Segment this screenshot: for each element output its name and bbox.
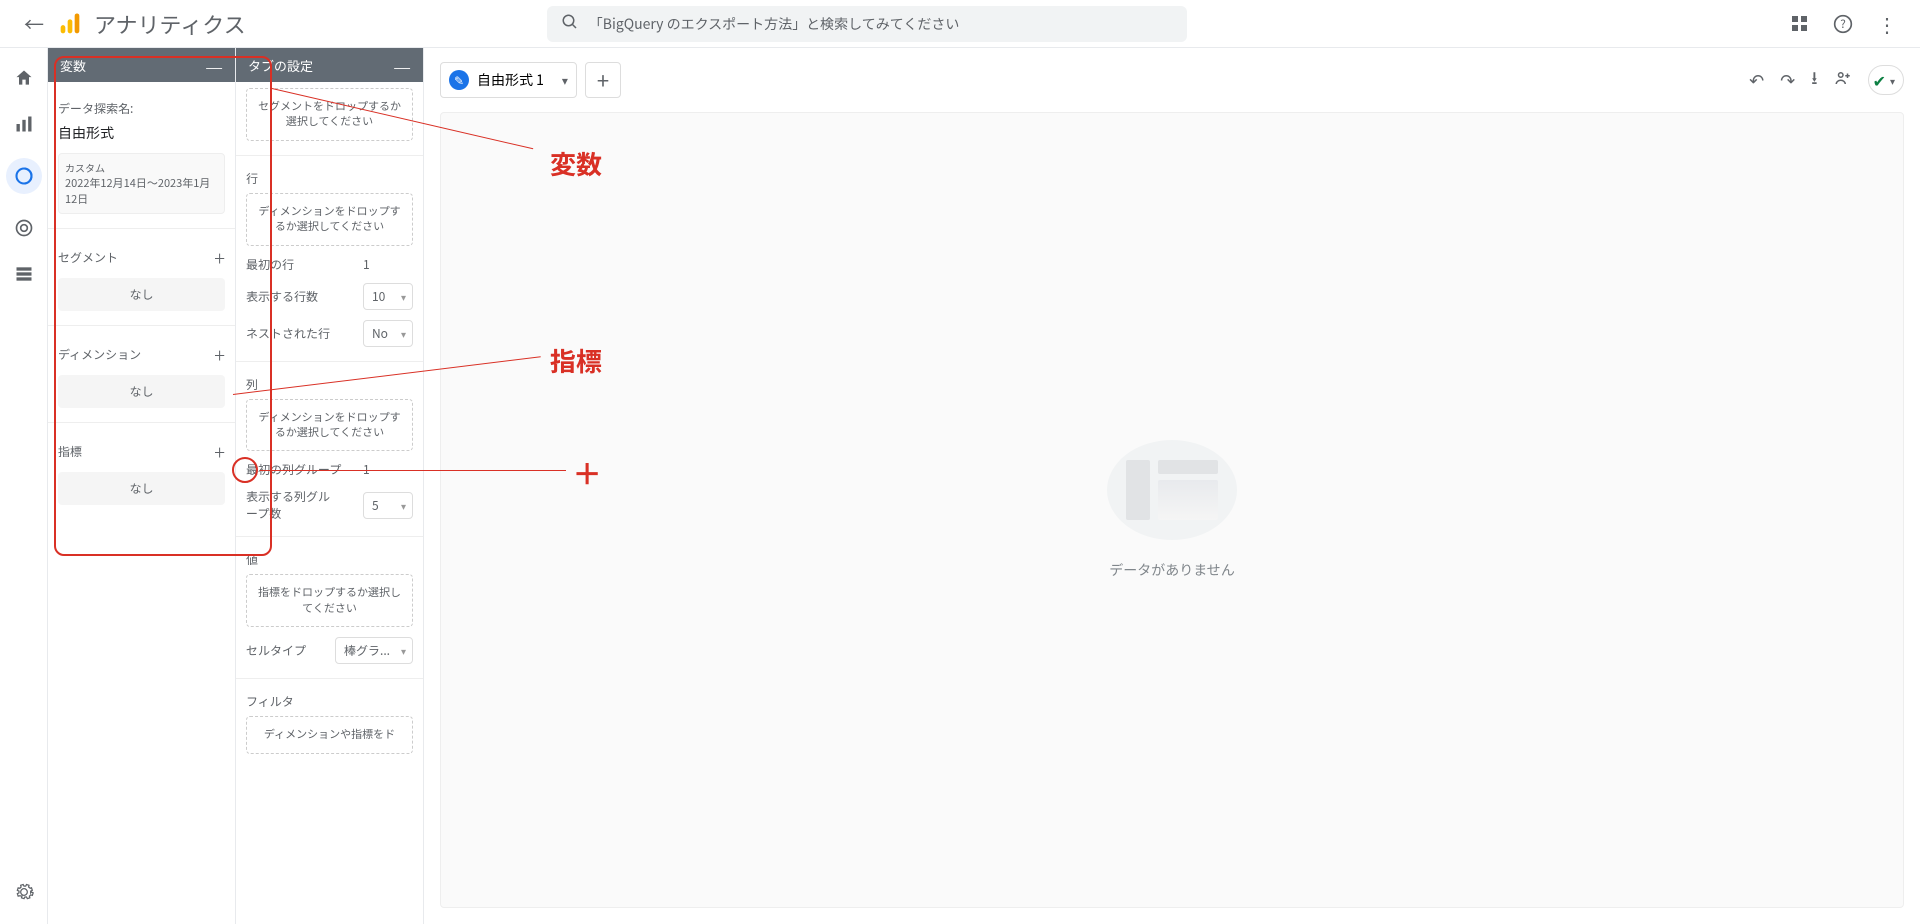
rows-show-select[interactable]: 10 <box>363 283 413 310</box>
nested-rows-label: ネストされた行 <box>246 325 330 342</box>
edit-icon: ✎ <box>449 70 469 90</box>
minimize-icon[interactable]: — <box>393 51 411 80</box>
add-dimension-button[interactable]: + <box>214 340 225 369</box>
analytics-logo-icon <box>56 10 84 38</box>
exploration-canvas: データがありません <box>440 112 1904 908</box>
tab-name: 自由形式 1 <box>477 70 544 90</box>
exploration-name-label: データ探索名: <box>58 100 225 117</box>
share-icon[interactable] <box>1834 67 1852 93</box>
col-groups-label: 表示する列グループ数 <box>246 488 336 522</box>
add-tab-button[interactable]: + <box>585 62 621 98</box>
values-section-label: 値 <box>246 551 413 568</box>
nav-explore-icon[interactable] <box>6 158 42 194</box>
svg-text:?: ? <box>1840 15 1846 32</box>
search-box[interactable]: 「BigQuery のエクスポート方法」と検索してみてください <box>547 6 1187 42</box>
chevron-down-icon: ▾ <box>1890 73 1895 88</box>
logo: アナリティクス <box>56 8 246 40</box>
values-metrics-dropzone[interactable]: 指標をドロップするか選択してください <box>246 574 413 627</box>
download-icon[interactable]: ⭳ <box>1811 64 1817 96</box>
search-icon <box>561 11 579 37</box>
rows-dimension-dropzone[interactable]: ディメンションをドロップするか選択してください <box>246 193 413 246</box>
cell-type-select[interactable]: 棒グラ... <box>335 637 413 664</box>
left-nav-rail <box>0 48 48 924</box>
nav-configure-icon[interactable] <box>12 262 36 286</box>
add-segment-button[interactable]: + <box>214 243 225 272</box>
toolbar-right: ↶ ↷ ⭳ ✔ ▾ <box>1749 64 1904 96</box>
tab-settings-panel: タブの設定 — セグメントをドロップするか選択してください 行 ディメンションを… <box>236 48 424 924</box>
segment-dropzone[interactable]: セグメントをドロップするか選択してください <box>246 88 413 141</box>
top-header: ← アナリティクス 「BigQuery のエクスポート方法」と検索してみてくださ… <box>0 0 1920 48</box>
date-range-selector[interactable]: カスタム 2022年12月14日～2023年1月12日 <box>58 153 225 214</box>
tab-bar: ✎ 自由形式 1 ▾ + ↶ ↷ ⭳ ✔ ▾ <box>424 48 1920 112</box>
check-icon: ✔ <box>1873 68 1886 92</box>
date-range-value: 2022年12月14日～2023年1月12日 <box>65 175 218 207</box>
redo-icon[interactable]: ↷ <box>1780 67 1795 93</box>
nested-rows-select[interactable]: No <box>363 320 413 347</box>
metrics-none: なし <box>58 472 225 505</box>
segments-none: なし <box>58 278 225 311</box>
status-chip[interactable]: ✔ ▾ <box>1868 65 1904 95</box>
app-title: アナリティクス <box>94 8 246 40</box>
first-row-input[interactable] <box>363 256 413 273</box>
segments-label: セグメント <box>58 249 118 266</box>
col-groups-select[interactable]: 5 <box>363 492 413 519</box>
cols-dimension-dropzone[interactable]: ディメンションをドロップするか選択してください <box>246 399 413 452</box>
more-icon[interactable]: ⋮ <box>1876 13 1898 35</box>
cell-type-label: セルタイプ <box>246 642 306 659</box>
add-metric-button[interactable]: + <box>214 437 225 466</box>
variables-panel-header: 変数 — <box>48 48 235 82</box>
nav-admin-icon[interactable] <box>12 880 36 904</box>
nav-home-icon[interactable] <box>12 66 36 90</box>
minimize-icon[interactable]: — <box>205 51 223 80</box>
cols-section-label: 列 <box>246 376 413 393</box>
dimensions-none: なし <box>58 375 225 408</box>
active-tab[interactable]: ✎ 自由形式 1 ▾ <box>440 62 577 98</box>
help-icon[interactable]: ? <box>1832 13 1854 35</box>
tab-settings-panel-title: タブの設定 <box>248 56 313 75</box>
first-col-group-label: 最初の列グループ <box>246 461 341 478</box>
date-range-label: カスタム <box>65 160 218 175</box>
rows-show-label: 表示する行数 <box>246 288 318 305</box>
dimensions-label: ディメンション <box>58 346 141 363</box>
main-area: ✎ 自由形式 1 ▾ + ↶ ↷ ⭳ ✔ ▾ <box>424 48 1920 924</box>
nav-advertising-icon[interactable] <box>12 216 36 240</box>
undo-icon[interactable]: ↶ <box>1749 67 1764 93</box>
filter-dropzone[interactable]: ディメンションや指標をド <box>246 716 413 753</box>
filter-section-label: フィルタ <box>246 693 413 710</box>
search-placeholder: 「BigQuery のエクスポート方法」と検索してみてください <box>589 14 960 34</box>
exploration-name-value[interactable]: 自由形式 <box>58 123 225 143</box>
empty-state-text: データがありません <box>1109 560 1235 580</box>
tab-dropdown-icon[interactable]: ▾ <box>562 72 568 89</box>
variables-panel: 変数 — データ探索名: 自由形式 カスタム 2022年12月14日～2023年… <box>48 48 236 924</box>
metrics-label: 指標 <box>58 443 82 460</box>
header-right-icons: ? ⋮ <box>1788 13 1898 35</box>
apps-icon[interactable] <box>1788 13 1810 35</box>
back-button[interactable]: ← <box>12 9 56 38</box>
variables-panel-title: 変数 <box>60 56 86 75</box>
first-row-label: 最初の行 <box>246 256 294 273</box>
nav-reports-icon[interactable] <box>12 112 36 136</box>
tab-settings-panel-header: タブの設定 — <box>236 48 423 82</box>
empty-state-illustration <box>1107 440 1237 540</box>
rows-section-label: 行 <box>246 170 413 187</box>
first-col-group-input[interactable] <box>363 461 413 478</box>
